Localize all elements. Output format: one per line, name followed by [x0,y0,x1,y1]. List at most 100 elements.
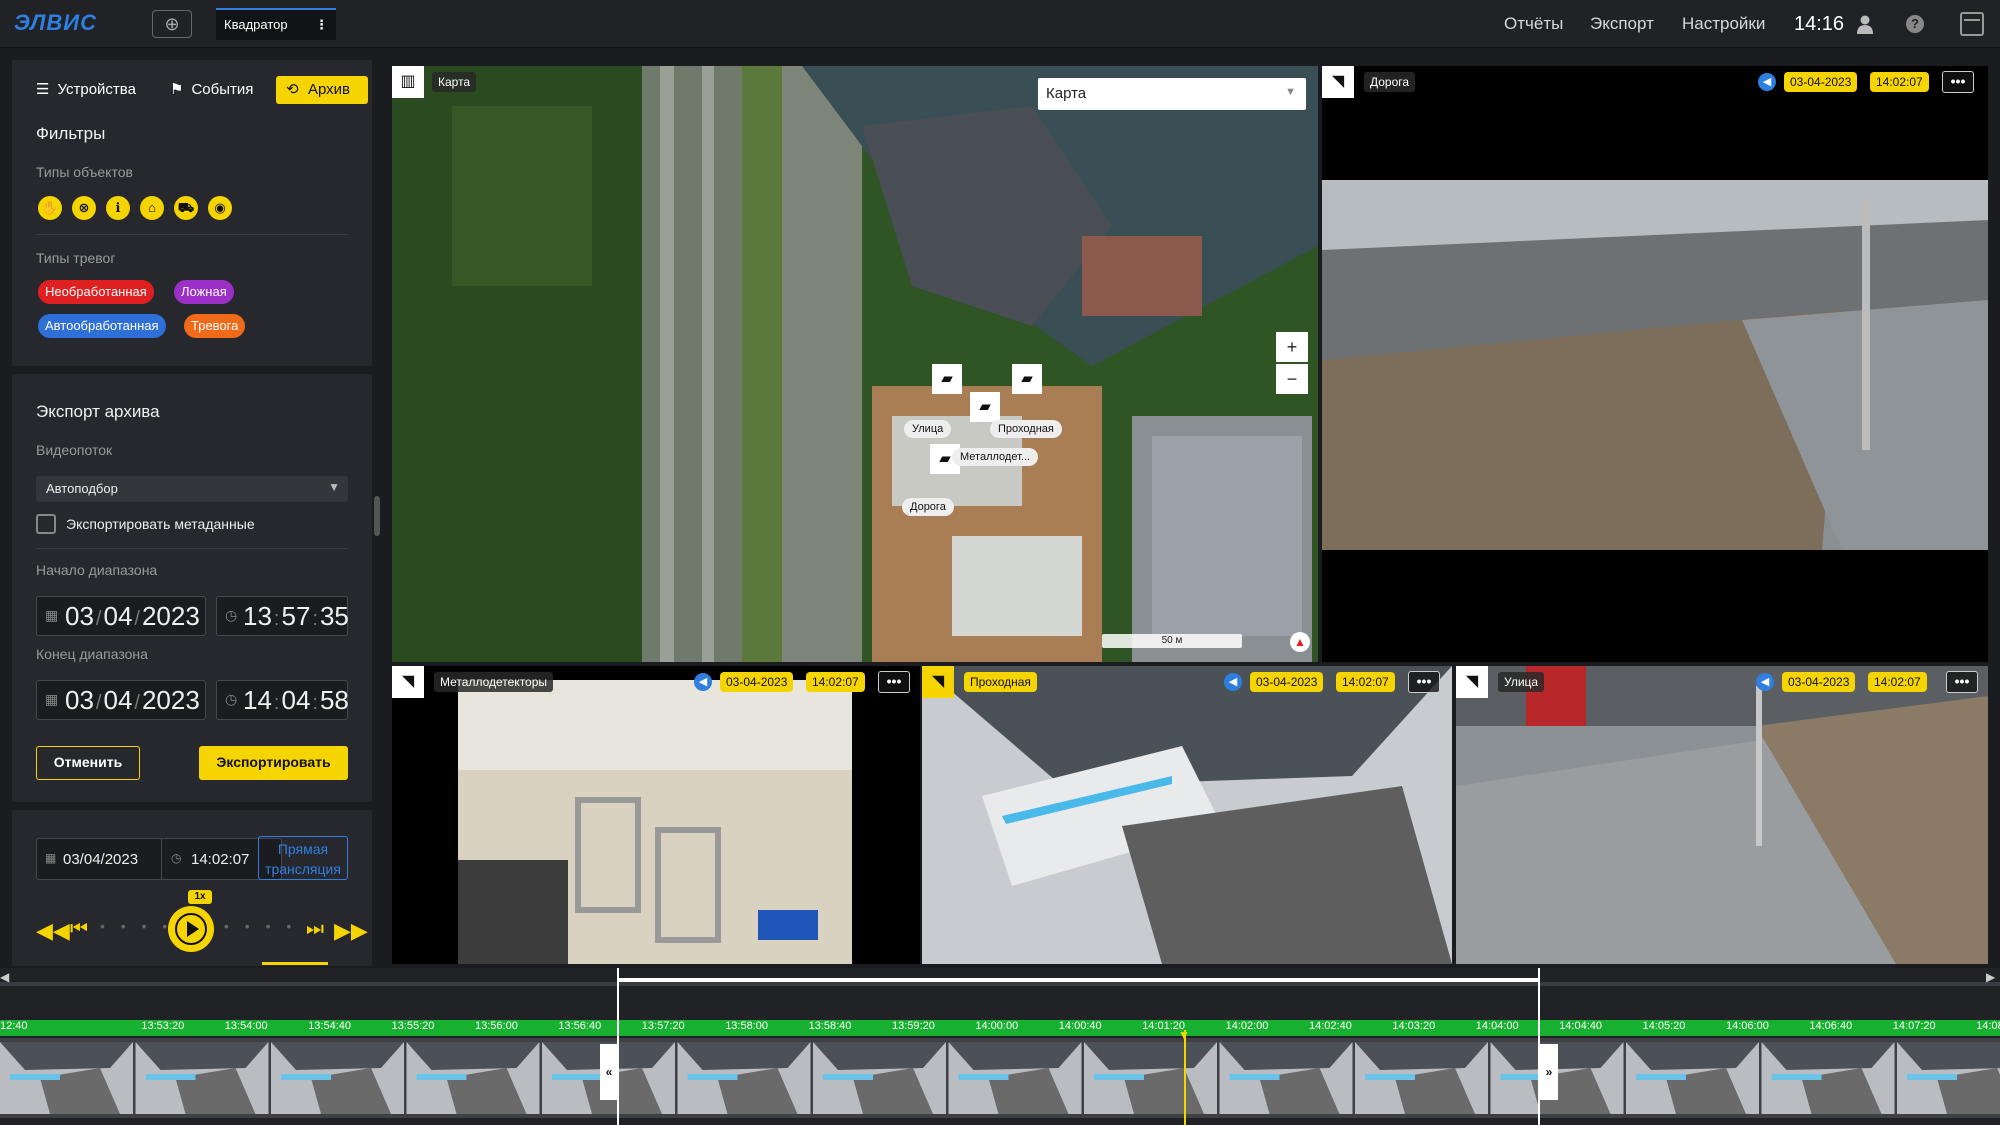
sound-icon[interactable]: ◀ [694,673,712,691]
fast-forward-icon[interactable]: ▶▶ [334,918,368,944]
camera-tile-prokhodnaya[interactable]: ◥ Проходная ◀ 03-04-2023 14:02:07 ••• [922,666,1452,964]
help-icon[interactable]: ? [1906,15,1924,33]
object-type-icon[interactable]: ℹ [106,196,130,220]
timeline-tick-label: 13:56:40 [558,1020,602,1032]
tab-layout-kvadrator[interactable]: Квадратор ⋮ [216,8,336,40]
sidebar-scrollbar[interactable] [374,496,380,536]
export-range-bar[interactable] [617,978,1539,982]
end-year: 2023 [141,685,200,715]
object-type-icon[interactable]: ⛟ [174,196,198,220]
camera-menu-button[interactable]: ••• [878,671,910,693]
speed-badge: 1x [188,890,212,904]
camera-menu-button[interactable]: ••• [1942,71,1974,93]
scrub-right-dots: • • • • [224,918,298,934]
export-title: Экспорт архива [36,402,160,421]
start-month: 04 [103,601,133,631]
camera-menu-button[interactable]: ••• [1946,671,1978,693]
scroll-right-icon[interactable]: ▶ [1986,970,1995,984]
nav-settings[interactable]: Настройки [1682,0,1765,48]
events-icon: ⚑ [170,81,184,98]
camera-tile-metal-detectors[interactable]: ◥ Металлодетекторы ◀ 03-04-2023 14:02:07… [392,666,920,964]
camera-marker-icon[interactable]: ▰ [970,392,1000,422]
camera-tile-ulitsa[interactable]: ◥ Улица ◀ 03-04-2023 14:02:07 ••• [1456,666,1988,964]
object-type-icon[interactable]: ⊗ [72,196,96,220]
skip-back-icon[interactable]: ⏮ [70,918,88,941]
map-marker-label[interactable]: Дорога [902,498,954,516]
camera-menu-button[interactable]: ••• [1408,671,1440,693]
zoom-in-button[interactable]: + [1276,332,1308,362]
map-tile[interactable]: ▥ Карта Карта ▼ + − ▰ ▰ ▰ ▰ Улица Проход… [392,66,1318,662]
live-stream-label-2: трансляция [265,861,341,877]
tab-archive[interactable]: ⟲ Архив [276,76,368,104]
map-layer-select[interactable]: Карта ▼ [1038,78,1306,110]
camera-tile-doroga[interactable]: ◥ Дорога ◀ 03-04-2023 14:02:07 ••• [1322,66,1988,662]
alarm-badge-alarm[interactable]: Тревога [184,314,246,338]
alarm-badge-false[interactable]: Ложная [174,280,234,304]
camera-marker-icon[interactable]: ▰ [1012,364,1042,394]
sound-icon[interactable]: ◀ [1224,673,1242,691]
object-type-icon[interactable]: ◉ [208,196,232,220]
thumbnail-strip[interactable] [0,1038,2000,1118]
timeline-tick-label: 13:54:00 [224,1020,268,1032]
scrub-left-dots: • • • • [100,918,174,934]
live-stream-button[interactable]: Прямая трансляция [258,836,348,880]
compass-icon[interactable]: ▲ [1290,632,1310,652]
scroll-left-icon[interactable]: ◀ [0,970,9,984]
range-start-date-value: 03/04/2023 [65,601,200,631]
nav-reports[interactable]: Отчёты [1504,0,1563,48]
live-stream-label-1: Прямая [277,841,329,857]
filters-card: ☰ Устройства ⚑ События ⟲ Архив Фильтры Типы… [12,60,372,366]
playhead[interactable] [1184,1030,1186,1125]
end-minute: 04 [281,685,311,715]
end-hour: 14 [243,685,272,715]
zoom-out-button[interactable]: − [1276,364,1308,394]
cancel-button[interactable]: Отменить [36,746,140,780]
map-marker-label[interactable]: Проходная [990,420,1062,438]
range-start-handle[interactable]: « [600,1044,618,1100]
export-metadata-checkbox[interactable] [36,514,56,534]
camera-date: 03-04-2023 [1784,72,1858,92]
range-end-time[interactable]: ◷ 14:04:58 [216,680,349,720]
map-marker-label[interactable]: Улица [904,420,952,438]
fast-rewind-icon[interactable]: ◀◀ [36,918,70,944]
range-start-time[interactable]: ◷ 13:57:35 [216,596,349,636]
object-type-icon[interactable]: ⌂ [140,196,164,220]
range-end-date[interactable]: ▦ 03/04/2023 [36,680,206,720]
add-layout-button[interactable]: ⊕ [152,10,192,38]
alarm-badge-unprocessed[interactable]: Необработанная [38,280,154,304]
range-start-date[interactable]: ▦ 03/04/2023 [36,596,206,636]
play-icon [175,913,207,945]
play-button[interactable] [168,906,214,952]
object-type-icon[interactable]: ✋ [38,196,62,220]
stream-select[interactable]: Автоподбор ▼ [36,476,348,502]
thumbnail-frames [0,1038,2000,1118]
tab-devices[interactable]: ☰ Устройства [36,76,136,104]
map-layer-value: Карта [1046,85,1087,102]
sound-icon[interactable]: ◀ [1756,673,1774,691]
top-bar: ЭЛВИС ⊕ Квадратор ⋮ Отчёты Экспорт Настр… [0,0,2000,48]
skip-forward-icon[interactable]: ⏭ [306,918,324,941]
camera-date: 03-04-2023 [1782,672,1856,692]
clock-icon: ◷ [225,691,238,707]
volume-slider[interactable] [262,962,328,965]
timeline-tick-label: 14:04:00 [1475,1020,1519,1032]
tab-events[interactable]: ⚑ События [170,76,253,104]
nav-export[interactable]: Экспорт [1590,0,1654,48]
timeline-scrollbar[interactable] [0,982,2000,986]
range-end-handle[interactable]: » [1540,1044,1558,1100]
map-marker-label[interactable]: Металлодет... [952,448,1039,466]
export-button[interactable]: Экспортировать [199,746,348,780]
timeline-tick-label: 14:01:20 [1142,1020,1186,1032]
camera-marker-icon[interactable]: ▰ [932,364,962,394]
timeline-tick-label: 14:08:00 [1976,1020,2000,1032]
player-datetime[interactable]: ▦ 03/04/2023 ◷ 14:02:07 [36,838,282,880]
sound-icon[interactable]: ◀ [1758,73,1776,91]
user-icon[interactable] [1856,14,1874,34]
panel-toggle-icon[interactable] [1960,12,1984,36]
alarm-badge-auto[interactable]: Автообработанная [38,314,166,338]
layout-tab-menu-icon[interactable]: ⋮ [315,10,328,40]
timeline-tick-label: 13:59:20 [892,1020,935,1032]
chevron-down-icon: ▼ [328,480,340,494]
start-minute: 57 [281,601,311,631]
camera-name: Улица [1498,672,1545,692]
